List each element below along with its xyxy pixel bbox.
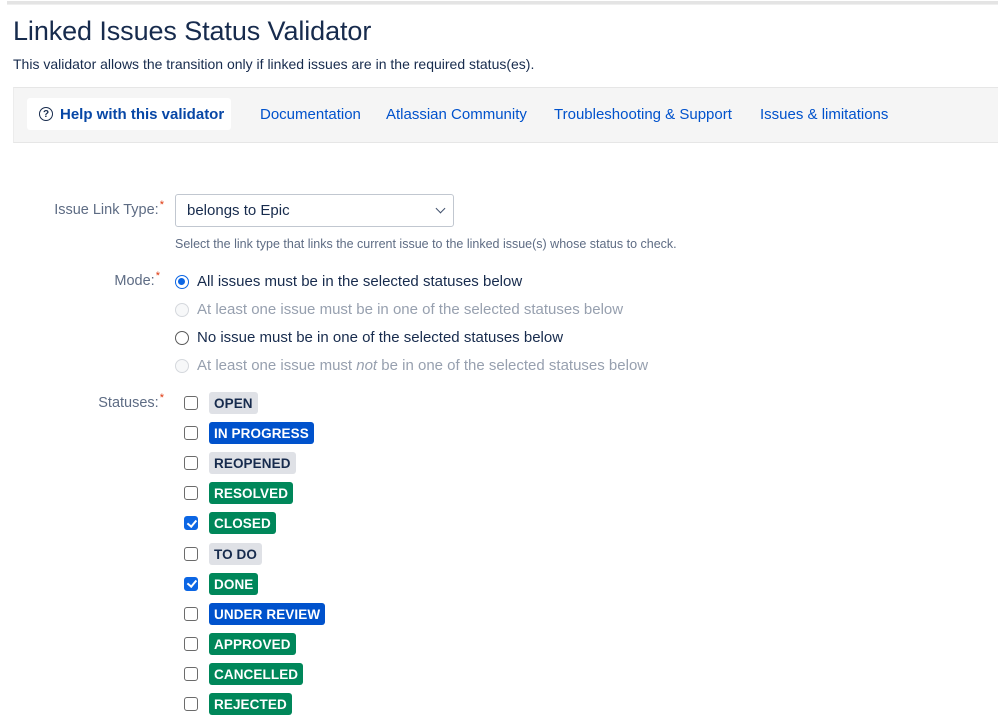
documentation-link[interactable]: Documentation bbox=[260, 106, 361, 123]
status-item-done[interactable]: DONE bbox=[184, 572, 259, 595]
status-item-approved[interactable]: APPROVED bbox=[184, 632, 296, 655]
status-checkbox[interactable] bbox=[184, 636, 198, 651]
status-checkbox[interactable] bbox=[184, 697, 198, 711]
required-marker: * bbox=[159, 392, 164, 404]
status-checkbox[interactable] bbox=[184, 516, 198, 531]
status-checkbox[interactable] bbox=[184, 426, 198, 441]
mode-option-label: At least one issue must not be in one of… bbox=[197, 357, 648, 374]
page-title: Linked Issues Status Validator bbox=[13, 16, 372, 46]
issue-link-type-label-text: Issue Link Type: bbox=[54, 202, 159, 218]
status-item-to-do[interactable]: TO DO bbox=[184, 542, 263, 565]
mode-option-text: be in one of the selected statuses below bbox=[377, 357, 649, 374]
status-item-under-review[interactable]: UNDER REVIEW bbox=[184, 602, 326, 625]
mode-label: Mode:* bbox=[114, 270, 160, 289]
issue-link-type-help: Select the link type that links the curr… bbox=[175, 237, 677, 251]
statuses-label-text: Statuses: bbox=[98, 395, 159, 411]
status-checkbox[interactable] bbox=[184, 486, 198, 501]
help-tab-label: Help with this validator bbox=[60, 105, 225, 123]
status-item-closed[interactable]: CLOSED bbox=[184, 512, 276, 535]
status-lozenge: REJECTED bbox=[209, 693, 292, 715]
issues-limitations-link[interactable]: Issues & limitations bbox=[760, 106, 888, 123]
status-lozenge: CLOSED bbox=[209, 512, 276, 535]
status-item-cancelled[interactable]: CANCELLED bbox=[184, 662, 304, 685]
status-lozenge: CANCELLED bbox=[209, 662, 304, 685]
status-lozenge: UNDER REVIEW bbox=[209, 602, 326, 625]
statuses-label: Statuses:* bbox=[98, 392, 164, 411]
mode-option-text: All issues must be in the selected statu… bbox=[197, 273, 523, 290]
mode-option[interactable]: No issue must be in one of the selected … bbox=[175, 329, 563, 346]
status-item-open[interactable]: OPEN bbox=[184, 392, 258, 414]
atlassian-community-link[interactable]: Atlassian Community bbox=[386, 106, 527, 123]
mode-label-text: Mode: bbox=[114, 273, 155, 289]
status-lozenge: RESOLVED bbox=[209, 482, 294, 505]
mode-radio[interactable] bbox=[175, 274, 189, 289]
mode-radio bbox=[175, 358, 189, 373]
mode-option-text: At least one issue must bbox=[197, 357, 357, 374]
help-bar: ? Help with this validator Documentation… bbox=[13, 87, 998, 143]
status-checkbox[interactable] bbox=[184, 396, 198, 410]
chevron-down-icon bbox=[435, 203, 446, 214]
status-checkbox[interactable] bbox=[184, 456, 198, 471]
status-lozenge: DONE bbox=[209, 572, 259, 595]
status-lozenge: OPEN bbox=[209, 392, 258, 414]
status-checkbox[interactable] bbox=[184, 666, 198, 681]
mode-radio[interactable] bbox=[175, 330, 189, 345]
status-lozenge: REOPENED bbox=[209, 452, 296, 475]
mode-option-label: No issue must be in one of the selected … bbox=[197, 329, 563, 346]
top-divider bbox=[7, 1, 998, 5]
mode-radio bbox=[175, 302, 189, 317]
status-checkbox[interactable] bbox=[184, 606, 198, 621]
issue-link-type-select[interactable]: belongs to Epic bbox=[175, 194, 454, 227]
issue-link-type-label: Issue Link Type:* bbox=[54, 199, 164, 218]
status-lozenge: IN PROGRESS bbox=[209, 422, 314, 445]
required-marker: * bbox=[155, 270, 160, 282]
status-checkbox[interactable] bbox=[184, 546, 198, 561]
mode-option-text: No issue must be in one of the selected … bbox=[197, 329, 564, 346]
issue-link-type-value: belongs to Epic bbox=[187, 202, 290, 219]
mode-option[interactable]: All issues must be in the selected statu… bbox=[175, 273, 522, 290]
mode-option: At least one issue must be in one of the… bbox=[175, 301, 623, 318]
question-circle-icon: ? bbox=[39, 107, 53, 121]
status-lozenge: TO DO bbox=[209, 542, 263, 565]
status-checkbox[interactable] bbox=[184, 576, 198, 591]
mode-option: At least one issue must not be in one of… bbox=[175, 357, 648, 374]
status-item-reopened[interactable]: REOPENED bbox=[184, 452, 296, 475]
status-item-resolved[interactable]: RESOLVED bbox=[184, 482, 294, 505]
troubleshooting-support-link[interactable]: Troubleshooting & Support bbox=[554, 106, 732, 123]
mode-option-label: At least one issue must be in one of the… bbox=[197, 301, 623, 318]
page-description: This validator allows the transition onl… bbox=[13, 56, 535, 72]
mode-option-emphasis: not bbox=[356, 357, 378, 374]
status-item-rejected[interactable]: REJECTED bbox=[184, 693, 292, 715]
status-item-in-progress[interactable]: IN PROGRESS bbox=[184, 422, 314, 445]
help-tab[interactable]: ? Help with this validator bbox=[27, 98, 231, 130]
mode-option-text: At least one issue must be in one of the… bbox=[197, 301, 624, 318]
mode-option-label: All issues must be in the selected statu… bbox=[197, 273, 522, 290]
status-lozenge: APPROVED bbox=[209, 632, 296, 655]
required-marker: * bbox=[159, 199, 164, 211]
